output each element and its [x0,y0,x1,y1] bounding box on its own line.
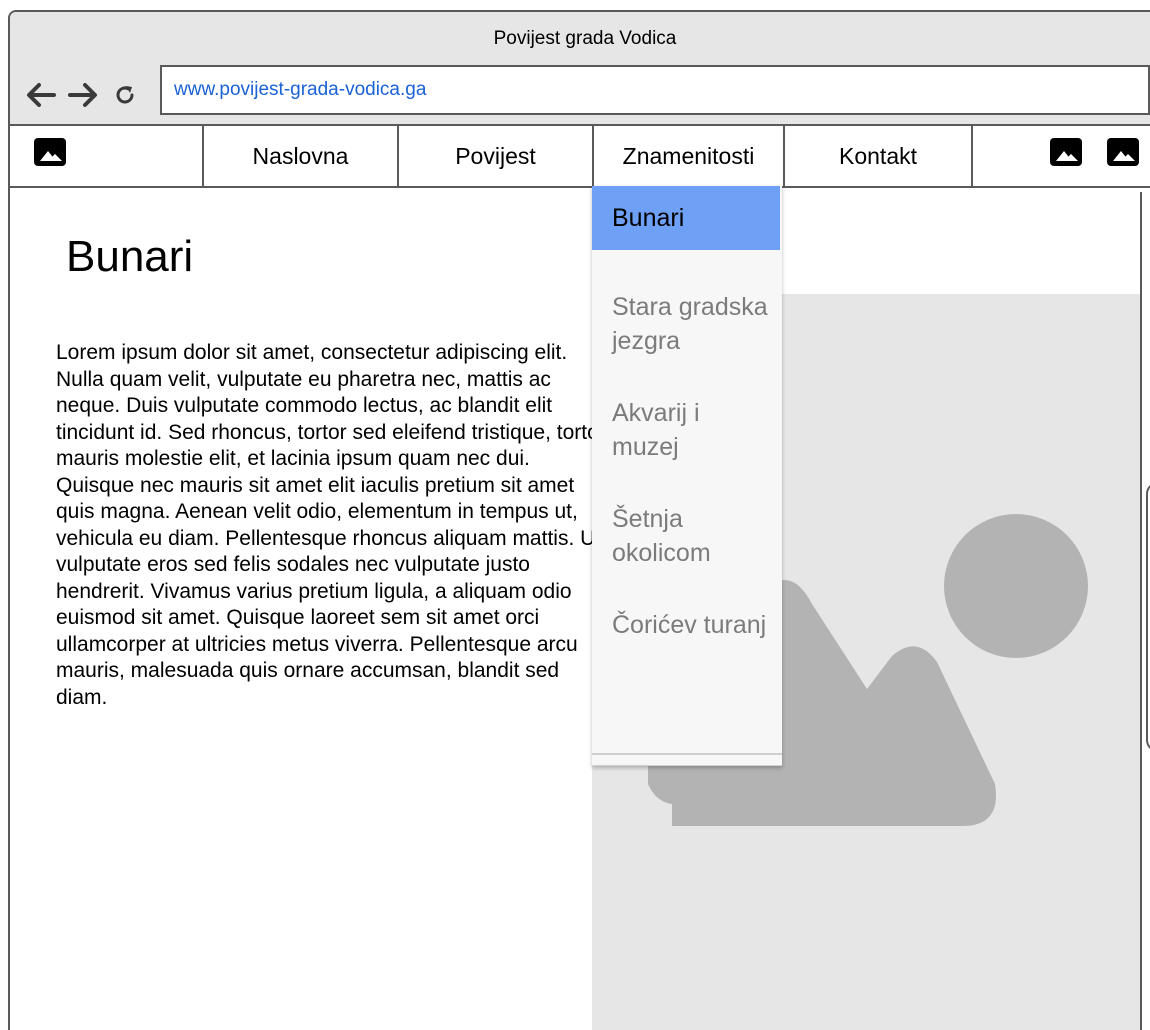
dropdown-item[interactable]: Stara gradska jezgra [612,290,772,358]
dropdown-divider [592,753,782,755]
image-icon [34,138,66,166]
forward-button[interactable] [66,78,100,112]
nav-item-povijest[interactable]: Povijest [399,126,594,186]
page-body-text: Lorem ipsum dolor sit amet, consectetur … [56,341,606,709]
dropdown-item-selected[interactable]: Bunari [592,186,780,250]
arrow-left-icon [27,83,56,107]
site-navbar: Naslovna Povijest Znamenitosti Kontakt [10,126,1150,188]
scroll-down-icon[interactable] [1142,1007,1150,1030]
nav-item-naslovna[interactable]: Naslovna [204,126,399,186]
dropdown-item[interactable]: Čorićev turanj [612,608,772,642]
nav-item-znamenitosti[interactable]: Znamenitosti [594,126,785,186]
header-icons [1050,138,1139,166]
dropdown-item[interactable]: Akvarij i muzej [612,396,772,464]
address-bar[interactable]: www.povijest-grada-vodica.ga [160,65,1150,115]
znamenitosti-dropdown: Bunari Stara gradska jezgra Akvarij i mu… [592,186,782,766]
arrow-right-icon [68,83,97,107]
scroll-up-icon[interactable] [1142,192,1150,220]
dropdown-item[interactable]: Šetnja okolicom [612,502,772,570]
back-button[interactable] [24,78,58,112]
dropdown-list: Stara gradska jezgra Akvarij i muzej Šet… [612,290,772,680]
vertical-scrollbar[interactable] [1140,192,1150,1030]
site-logo [10,126,204,186]
url-text: www.povijest-grada-vodica.ga [174,79,427,100]
scroll-thumb[interactable] [1146,482,1150,752]
reload-button[interactable] [110,78,140,112]
window-title: Povijest grada Vodica [493,28,677,49]
image-icon [1107,138,1139,166]
image-icon [1050,138,1082,166]
browser-titlebar: Povijest grada Vodica www.povijest-grada… [10,12,1150,126]
browser-window: Povijest grada Vodica www.povijest-grada… [8,10,1150,1030]
reload-icon [116,86,134,104]
nav-item-kontakt[interactable]: Kontakt [785,126,973,186]
page-title: Bunari [66,232,194,281]
